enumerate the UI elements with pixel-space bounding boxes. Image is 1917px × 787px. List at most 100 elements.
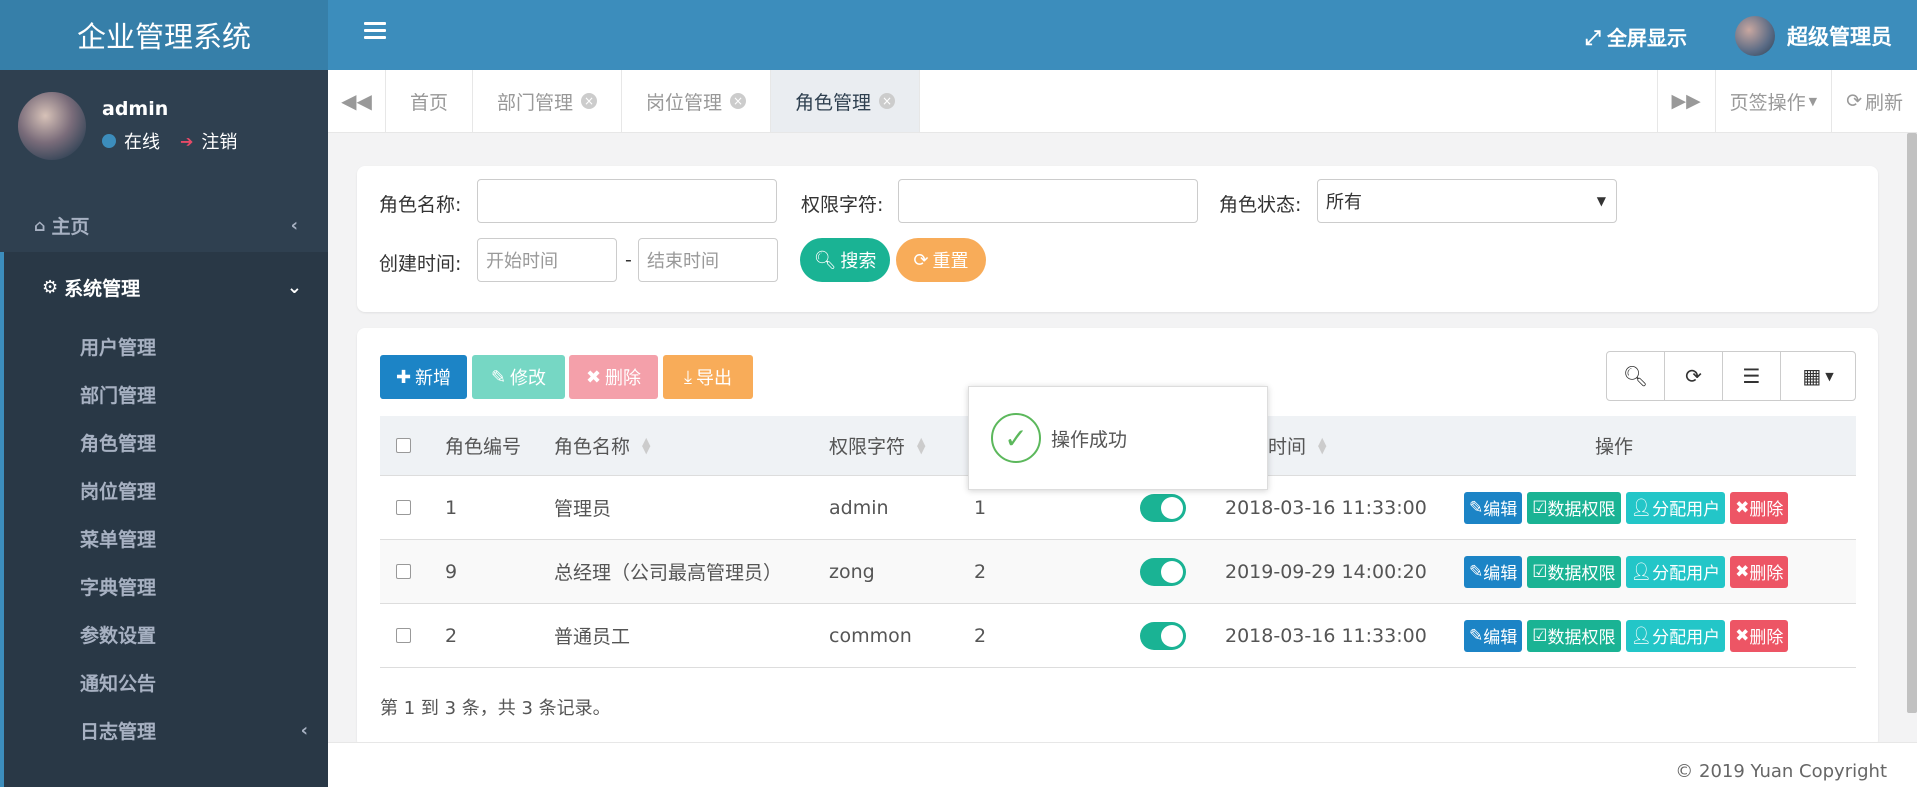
sidebar-item-notices[interactable]: 通知公告 bbox=[4, 658, 328, 706]
sidebar-item-home[interactable]: ⌂ 主页 ‹ bbox=[0, 198, 328, 252]
row-data-perm-label: 数据权限 bbox=[1547, 500, 1616, 520]
row-delete-label: 删除 bbox=[1749, 500, 1784, 520]
fullscreen-button[interactable]: ⤢ 全屏显示 bbox=[1585, 22, 1687, 51]
refresh-table-button[interactable]: ⟳ bbox=[1665, 352, 1723, 400]
row-edit-button[interactable]: ✎ 编辑 bbox=[1464, 619, 1523, 652]
caret-down-icon: ▼ bbox=[1808, 94, 1818, 108]
remove-icon: ✖ bbox=[1735, 497, 1750, 518]
double-chevron-left-icon: ◀◀ bbox=[341, 89, 372, 113]
row-assign-label: 分配用户 bbox=[1652, 628, 1721, 648]
check-square-icon: ☑ bbox=[1532, 561, 1548, 582]
table-row: 9 总经理（公司最高管理员） zong 2 2019-09-29 14:00:2… bbox=[380, 540, 1856, 604]
user-menu[interactable]: 超级管理员 bbox=[1735, 16, 1892, 56]
user-icon: 👤︎ bbox=[1630, 561, 1653, 582]
row-assign-user-button[interactable]: 👤︎ 分配用户 bbox=[1625, 491, 1726, 524]
refresh-icon: ⟳ bbox=[913, 249, 929, 271]
chevron-down-icon: ⌄ bbox=[286, 276, 302, 298]
remove-icon: ✖ bbox=[1735, 625, 1750, 646]
status-toggle[interactable] bbox=[1140, 621, 1186, 650]
row-data-perm-button[interactable]: ☑ 数据权限 bbox=[1527, 555, 1621, 588]
sidebar-item-menus[interactable]: 菜单管理 bbox=[4, 514, 328, 562]
row-delete-button[interactable]: ✖ 删除 bbox=[1730, 555, 1789, 588]
sidebar-item-params[interactable]: 参数设置 bbox=[4, 610, 328, 658]
cell-perm: common bbox=[829, 624, 912, 647]
status-toggle[interactable] bbox=[1140, 557, 1186, 586]
toggle-search-button[interactable]: 🔍︎ bbox=[1607, 352, 1665, 400]
sidebar-item-roles[interactable]: 角色管理 bbox=[4, 418, 328, 466]
row-checkbox[interactable] bbox=[396, 564, 411, 579]
tabs-scroll-left-button[interactable]: ◀◀ bbox=[328, 70, 386, 132]
range-dash: - bbox=[625, 249, 632, 271]
refresh-icon: ⟳ bbox=[1846, 90, 1862, 112]
row-assign-user-button[interactable]: 👤︎ 分配用户 bbox=[1625, 619, 1726, 652]
menu-toggle-icon[interactable] bbox=[364, 22, 386, 40]
search-icon: 🔍︎ bbox=[1622, 364, 1649, 388]
export-button[interactable]: ⤓ 导出 bbox=[663, 355, 753, 399]
add-button[interactable]: ✚ 新增 bbox=[380, 355, 467, 399]
row-checkbox[interactable] bbox=[396, 500, 411, 515]
row-delete-button[interactable]: ✖ 删除 bbox=[1730, 491, 1789, 524]
tab-actions-dropdown[interactable]: 页签操作 ▼ bbox=[1714, 70, 1831, 132]
cell-name: 管理员 bbox=[554, 498, 612, 520]
columns-dropdown[interactable]: ▦ ▼ bbox=[1781, 352, 1855, 400]
sidebar-item-dicts[interactable]: 字典管理 bbox=[4, 562, 328, 610]
row-data-perm-button[interactable]: ☑ 数据权限 bbox=[1527, 619, 1621, 652]
reset-button[interactable]: ⟳ 重置 bbox=[896, 238, 986, 282]
select-all-checkbox[interactable] bbox=[396, 438, 411, 453]
status-select[interactable]: 所有 ▼ bbox=[1317, 179, 1617, 223]
close-icon[interactable]: × bbox=[730, 93, 747, 109]
row-edit-button[interactable]: ✎ 编辑 bbox=[1464, 555, 1523, 588]
close-icon[interactable]: × bbox=[879, 93, 896, 109]
avatar bbox=[18, 92, 86, 160]
footer: © 2019 Yuan Copyright bbox=[328, 742, 1917, 787]
header-perm[interactable]: 权限字符 ▲ ▼ bbox=[829, 416, 925, 475]
row-delete-button[interactable]: ✖ 删除 bbox=[1730, 619, 1789, 652]
tab-posts[interactable]: 岗位管理 × bbox=[622, 70, 772, 132]
perm-label: 权限字符: bbox=[801, 194, 884, 216]
cell-sort: 2 bbox=[974, 560, 987, 583]
page-tabs-bar: ◀◀ 首页 部门管理 × 岗位管理 × 角色管理 × ▶▶ 页签操作 ▼ ⟳ 刷新 bbox=[328, 70, 1917, 133]
header-id[interactable]: 角色编号 bbox=[445, 416, 521, 475]
role-name-input[interactable] bbox=[477, 179, 777, 223]
toggle-view-button[interactable]: ☰ bbox=[1723, 352, 1781, 400]
sidebar-item-posts[interactable]: 岗位管理 bbox=[4, 466, 328, 514]
tab-home[interactable]: 首页 bbox=[386, 70, 474, 132]
sidebar-item-users[interactable]: 用户管理 bbox=[4, 322, 328, 370]
tab-departments[interactable]: 部门管理 × bbox=[473, 70, 623, 132]
close-icon[interactable]: × bbox=[581, 93, 598, 109]
search-button[interactable]: 🔍︎ 搜索 bbox=[800, 238, 890, 282]
status-toggle[interactable] bbox=[1140, 493, 1186, 522]
header-perm-label: 权限字符 bbox=[829, 436, 906, 458]
edit-button[interactable]: ✎ 修改 bbox=[472, 355, 565, 399]
row-checkbox[interactable] bbox=[396, 628, 411, 643]
tab-label: 部门管理 bbox=[497, 91, 574, 114]
logout-link[interactable]: 注销 bbox=[201, 128, 237, 154]
row-edit-label: 编辑 bbox=[1483, 500, 1518, 520]
header-time-label: 时间 bbox=[1268, 436, 1307, 458]
tab-roles[interactable]: 角色管理 × bbox=[771, 70, 921, 132]
header-name[interactable]: 角色名称 ▲ ▼ bbox=[554, 416, 650, 475]
perm-input[interactable] bbox=[898, 179, 1198, 223]
refresh-tab-button[interactable]: ⟳ 刷新 bbox=[1831, 70, 1917, 132]
avatar bbox=[1735, 16, 1775, 56]
grid-icon: ▦ bbox=[1802, 364, 1822, 388]
logout-icon: ➔ bbox=[180, 131, 194, 151]
page-scrollbar[interactable] bbox=[1907, 133, 1917, 713]
sidebar-item-departments[interactable]: 部门管理 bbox=[4, 370, 328, 418]
start-time-input[interactable]: 开始时间 bbox=[477, 238, 617, 282]
row-edit-button[interactable]: ✎ 编辑 bbox=[1464, 491, 1523, 524]
status-select-value: 所有 bbox=[1326, 192, 1362, 213]
row-data-perm-button[interactable]: ☑ 数据权限 bbox=[1527, 491, 1621, 524]
delete-button[interactable]: ✖ 删除 bbox=[569, 355, 658, 399]
sort-icon: ▲ ▼ bbox=[642, 434, 651, 456]
row-assign-label: 分配用户 bbox=[1652, 564, 1721, 584]
sidebar-item-system[interactable]: ⚙ 系统管理 ⌄ bbox=[0, 252, 328, 322]
header-time[interactable]: 时间 ▲ ▼ bbox=[1268, 416, 1326, 475]
row-delete-label: 删除 bbox=[1749, 564, 1784, 584]
row-assign-user-button[interactable]: 👤︎ 分配用户 bbox=[1625, 555, 1726, 588]
tabs-scroll-right-button[interactable]: ▶▶ bbox=[1656, 70, 1715, 132]
fullscreen-label: 全屏显示 bbox=[1607, 26, 1687, 50]
edit-icon: ✎ bbox=[1469, 561, 1484, 582]
sidebar-item-logs[interactable]: 日志管理 ‹ bbox=[4, 706, 328, 754]
end-time-input[interactable]: 结束时间 bbox=[638, 238, 778, 282]
